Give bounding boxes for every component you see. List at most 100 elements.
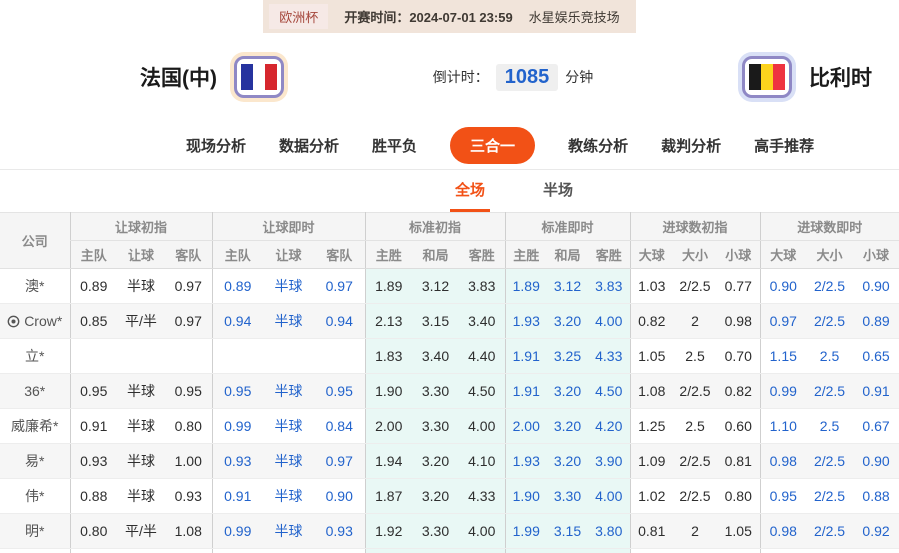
tab-half-match[interactable]: 半场	[538, 170, 578, 212]
odds-cell: 半球	[263, 373, 314, 409]
odds-cell: 0.90	[759, 268, 807, 304]
tab-data-analysis[interactable]: 数据分析	[279, 135, 339, 156]
odds-cell: 1.08	[165, 513, 212, 549]
tab-full-match[interactable]: 全场	[450, 170, 491, 212]
odds-cell: 半球	[263, 408, 314, 444]
odds-cell: 3.40	[459, 303, 505, 339]
company-cell: 立*	[0, 338, 70, 374]
tab-coach-analysis[interactable]: 教练分析	[568, 135, 628, 156]
odds-cell: 0.98	[759, 443, 807, 479]
odds-cell: 0.70	[717, 338, 761, 374]
odds-cell: 0.90	[314, 478, 365, 514]
odds-cell: 0.89	[211, 268, 263, 304]
odds-cell: 1.25	[629, 408, 673, 444]
odds-cell: 2/2.5	[806, 373, 854, 409]
company-cell: 36*	[0, 373, 70, 409]
odds-cell: 2.00	[504, 408, 547, 444]
odds-cell: 4.00	[588, 478, 630, 514]
group-header: 标准即时	[504, 212, 630, 241]
odds-cell	[853, 548, 899, 553]
tab-referee-analysis[interactable]: 裁判分析	[661, 135, 721, 156]
odds-cell	[806, 548, 854, 553]
group-header: 进球数初指	[629, 212, 761, 241]
table-row: 立* 1.83 3.40 4.40 1.91 3.25 4.33 1.05 2.5 0.70 1.1…	[0, 338, 899, 374]
odds-cell: 0.85	[69, 303, 117, 339]
odds-cell: 半球	[117, 408, 165, 444]
tab-expert-picks[interactable]: 高手推荐	[754, 135, 814, 156]
odds-cell: 0.94	[211, 303, 263, 339]
table-row: 明* 0.80 平/半 1.08 0.99 半球 0.93 1.92 3.30 4.00 1.99 3…	[0, 513, 899, 549]
odds-cell: 半球	[263, 513, 314, 549]
odds-cell: 2/2.5	[673, 373, 717, 409]
group-header: 标准初指	[364, 212, 505, 241]
countdown-unit: 分钟	[565, 69, 594, 85]
sub-header: 大球	[759, 240, 807, 269]
odds-cell: 3.83	[588, 268, 630, 304]
odds-cell: 0.95	[211, 373, 263, 409]
odds-cell: 2/2.5	[673, 268, 717, 304]
table-row	[0, 548, 899, 553]
countdown: 倒计时： 1085 分钟	[432, 63, 594, 91]
odds-cell: 1.03	[629, 268, 673, 304]
odds-cell: 3.30	[412, 408, 459, 444]
odds-cell: 2	[673, 513, 717, 549]
sub-header: 主队	[211, 240, 263, 269]
odds-cell: 0.97	[314, 443, 365, 479]
odds-cell	[263, 338, 314, 374]
group-header: 让球即时	[211, 212, 365, 241]
odds-cell: 0.97	[759, 303, 807, 339]
odds-cell: 半球	[263, 303, 314, 339]
odds-cell: 1.09	[629, 443, 673, 479]
odds-cell: 1.91	[504, 338, 547, 374]
odds-cell: 0.97	[165, 303, 212, 339]
countdown-label: 倒计时：	[432, 69, 489, 85]
away-team-name: 比利时	[809, 67, 872, 90]
odds-cell: 3.40	[412, 338, 459, 374]
company-cell: 明*	[0, 513, 70, 549]
company-cell: Crow*	[0, 303, 70, 339]
group-header: 让球初指	[69, 212, 212, 241]
table-row: Crow* 0.85 平/半 0.97 0.94 半球 0.94 2.13 3.15 3.40 1.…	[0, 303, 899, 339]
odds-cell: 4.00	[459, 513, 505, 549]
match-info-bar: 欧洲杯 开赛时间：2024-07-01 23:59 水星娱乐竞技场	[0, 0, 899, 33]
odds-cell: 0.98	[759, 513, 807, 549]
odds-cell: 3.30	[547, 478, 588, 514]
odds-cell: 0.99	[211, 513, 263, 549]
odds-cell: 4.50	[459, 373, 505, 409]
company-cell: 澳*	[0, 268, 70, 304]
odds-cell: 平/半	[117, 513, 165, 549]
sub-header: 让球	[117, 240, 165, 269]
odds-cell: 2/2.5	[806, 303, 854, 339]
league-badge: 欧洲杯	[269, 3, 329, 29]
odds-cell: 0.80	[717, 478, 761, 514]
odds-cell: 1.89	[364, 268, 412, 304]
home-team: 法国(中)	[140, 56, 284, 98]
tab-win-draw-lose[interactable]: 胜平负	[372, 135, 417, 156]
odds-cell	[459, 548, 505, 553]
odds-cell: 4.50	[588, 373, 630, 409]
odds-cell: 1.90	[364, 373, 412, 409]
odds-cell: 4.33	[459, 478, 505, 514]
odds-cell: 1.94	[364, 443, 412, 479]
odds-cell: 1.10	[759, 408, 807, 444]
odds-cell: 0.99	[211, 408, 263, 444]
odds-cell: 2.00	[364, 408, 412, 444]
odds-cell: 2/2.5	[806, 268, 854, 304]
match-header: 法国(中) 倒计时： 1085 分钟 比利时	[0, 32, 899, 122]
table-row: 澳* 0.89 半球 0.97 0.89 半球 0.97 1.89 3.12 3.83 1.89 3.…	[0, 268, 899, 304]
company-cell: 伟*	[0, 478, 70, 514]
odds-cell: 0.88	[69, 478, 117, 514]
odds-cell: 0.90	[853, 443, 899, 479]
odds-cell	[364, 548, 412, 553]
sub-header: 主队	[69, 240, 117, 269]
odds-cell: 1.00	[165, 443, 212, 479]
odds-cell: 3.20	[547, 443, 588, 479]
tab-three-in-one[interactable]: 三合一	[450, 127, 536, 164]
odds-cell: 3.20	[547, 303, 588, 339]
tab-live-analysis[interactable]: 现场分析	[186, 135, 246, 156]
odds-cell: 1.83	[364, 338, 412, 374]
odds-cell: 1.91	[504, 373, 547, 409]
sub-header: 客胜	[588, 240, 630, 269]
odds-cell: 3.15	[412, 303, 459, 339]
odds-cell: 0.91	[853, 373, 899, 409]
